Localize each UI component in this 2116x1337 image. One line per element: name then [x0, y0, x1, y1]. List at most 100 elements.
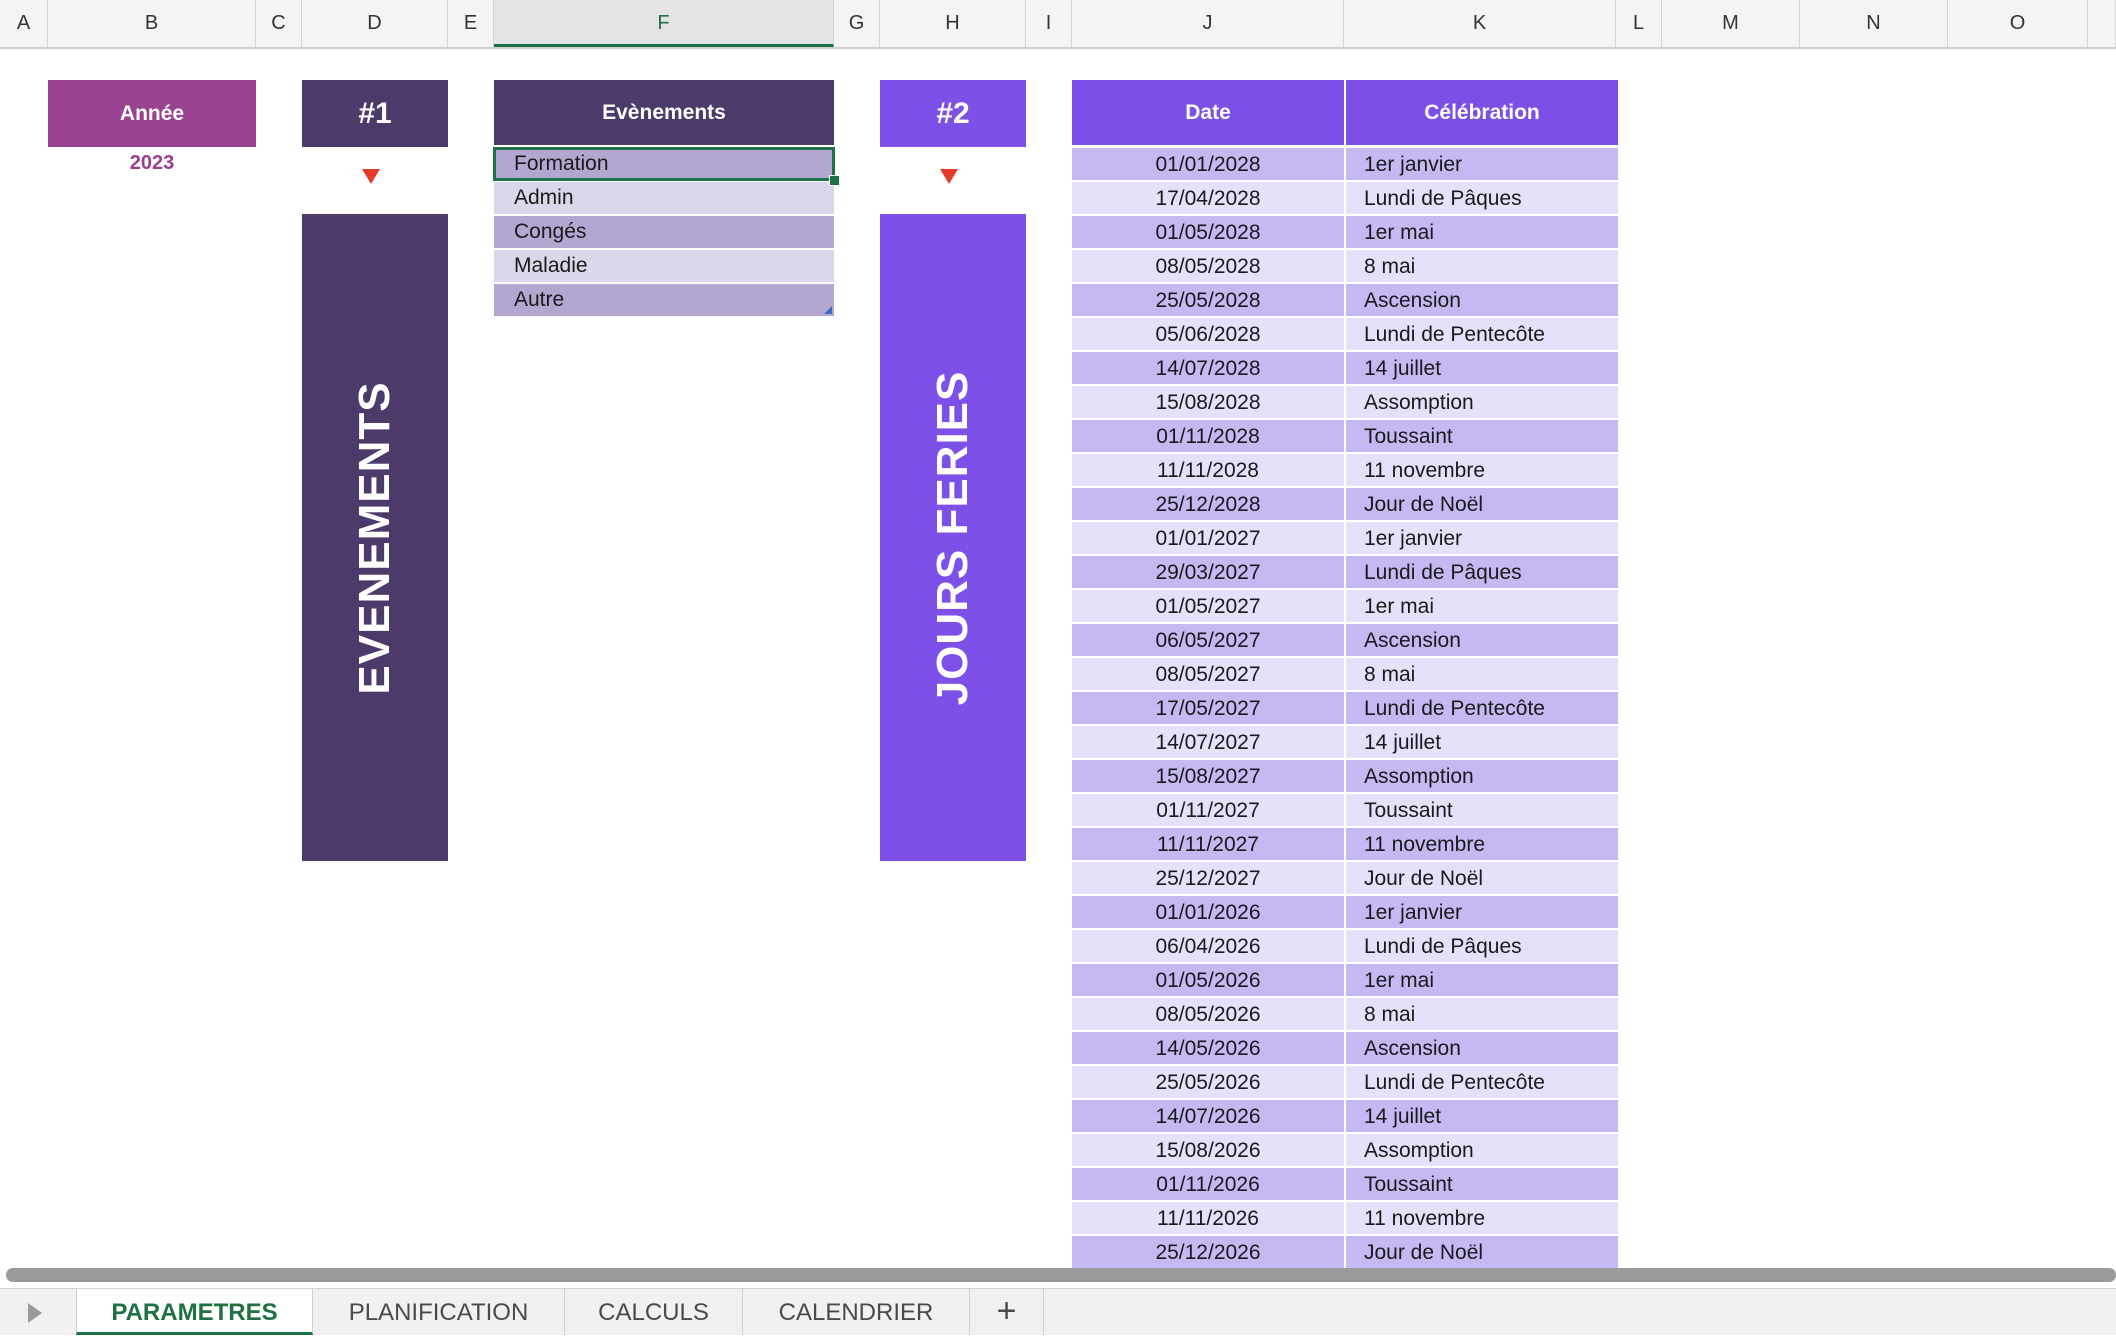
sheet-tab-calendrier[interactable]: CALENDRIER: [743, 1289, 970, 1335]
date-cell[interactable]: 15/08/2026: [1072, 1134, 1344, 1166]
evenement-item[interactable]: Autre: [494, 284, 834, 316]
evenement-item[interactable]: Admin: [494, 182, 834, 214]
date-cell[interactable]: 25/12/2027: [1072, 862, 1344, 894]
celebration-cell[interactable]: 8 mai: [1346, 658, 1618, 690]
section2-dropdown-arrow-icon[interactable]: [940, 169, 958, 184]
celebration-cell[interactable]: Jour de Noël: [1346, 1236, 1618, 1268]
date-cell[interactable]: 06/04/2026: [1072, 930, 1344, 962]
annee-header[interactable]: Année: [48, 80, 256, 147]
celebration-cell[interactable]: Lundi de Pentecôte: [1346, 318, 1618, 350]
celebration-cell[interactable]: 1er mai: [1346, 964, 1618, 996]
date-cell[interactable]: 25/05/2028: [1072, 284, 1344, 316]
celebration-cell[interactable]: Assomption: [1346, 386, 1618, 418]
section1-number[interactable]: #1: [302, 80, 448, 147]
column-header-h[interactable]: H: [880, 0, 1026, 47]
date-cell[interactable]: 01/11/2028: [1072, 420, 1344, 452]
date-cell[interactable]: 29/03/2027: [1072, 556, 1344, 588]
celebration-cell[interactable]: Ascension: [1346, 1032, 1618, 1064]
celebration-cell[interactable]: Jour de Noël: [1346, 488, 1618, 520]
date-cell[interactable]: 06/05/2027: [1072, 624, 1344, 656]
date-cell[interactable]: 08/05/2028: [1072, 250, 1344, 282]
date-cell[interactable]: 01/01/2026: [1072, 896, 1344, 928]
celebration-cell[interactable]: Lundi de Pentecôte: [1346, 1066, 1618, 1098]
celebration-cell[interactable]: 14 juillet: [1346, 726, 1618, 758]
celebration-cell[interactable]: 1er mai: [1346, 590, 1618, 622]
column-header-g[interactable]: G: [834, 0, 880, 47]
date-cell[interactable]: 01/01/2028: [1072, 148, 1344, 180]
date-cell[interactable]: 14/07/2028: [1072, 352, 1344, 384]
date-cell[interactable]: 11/11/2027: [1072, 828, 1344, 860]
celebration-cell[interactable]: Toussaint: [1346, 794, 1618, 826]
date-cell[interactable]: 14/07/2027: [1072, 726, 1344, 758]
date-cell[interactable]: 01/11/2027: [1072, 794, 1344, 826]
date-cell[interactable]: 01/05/2028: [1072, 216, 1344, 248]
celebration-cell[interactable]: Toussaint: [1346, 420, 1618, 452]
column-header-n[interactable]: N: [1800, 0, 1948, 47]
sheet-nav-arrow-icon[interactable]: [28, 1303, 42, 1323]
date-cell[interactable]: 25/12/2026: [1072, 1236, 1344, 1268]
section1-dropdown-arrow-icon[interactable]: [362, 169, 380, 184]
celebration-cell[interactable]: Toussaint: [1346, 1168, 1618, 1200]
celebration-cell[interactable]: 1er janvier: [1346, 148, 1618, 180]
celebration-cell[interactable]: Lundi de Pâques: [1346, 556, 1618, 588]
evenement-item[interactable]: Congés: [494, 216, 834, 248]
celebration-cell[interactable]: 1er janvier: [1346, 522, 1618, 554]
celebration-cell[interactable]: Assomption: [1346, 760, 1618, 792]
celebration-column-header[interactable]: Célébration: [1346, 80, 1618, 145]
annee-value[interactable]: 2023: [48, 152, 256, 175]
column-header-b[interactable]: B: [48, 0, 256, 47]
celebration-cell[interactable]: Lundi de Pâques: [1346, 182, 1618, 214]
date-cell[interactable]: 11/11/2028: [1072, 454, 1344, 486]
add-sheet-button[interactable]: +: [970, 1289, 1044, 1335]
date-cell[interactable]: 11/11/2026: [1072, 1202, 1344, 1234]
column-header-i[interactable]: I: [1026, 0, 1072, 47]
date-cell[interactable]: 14/05/2026: [1072, 1032, 1344, 1064]
evenement-item[interactable]: Formation: [493, 147, 835, 181]
evenements-header[interactable]: Evènements: [494, 80, 834, 145]
celebration-cell[interactable]: 1er mai: [1346, 216, 1618, 248]
celebration-cell[interactable]: 8 mai: [1346, 998, 1618, 1030]
date-cell[interactable]: 08/05/2026: [1072, 998, 1344, 1030]
celebration-cell[interactable]: 14 juillet: [1346, 1100, 1618, 1132]
celebration-cell[interactable]: 8 mai: [1346, 250, 1618, 282]
date-cell[interactable]: 01/05/2027: [1072, 590, 1344, 622]
worksheet-grid[interactable]: Année 2023 #1 EVENEMENTS Evènements #2 J…: [0, 49, 2116, 1269]
celebration-cell[interactable]: Lundi de Pentecôte: [1346, 692, 1618, 724]
column-header-a[interactable]: A: [0, 0, 48, 47]
column-header-c[interactable]: C: [256, 0, 302, 47]
date-cell[interactable]: 25/05/2026: [1072, 1066, 1344, 1098]
celebration-cell[interactable]: 11 novembre: [1346, 454, 1618, 486]
celebration-cell[interactable]: 11 novembre: [1346, 1202, 1618, 1234]
celebration-cell[interactable]: 1er janvier: [1346, 896, 1618, 928]
column-header-j[interactable]: J: [1072, 0, 1344, 47]
celebration-cell[interactable]: Lundi de Pâques: [1346, 930, 1618, 962]
celebration-cell[interactable]: 14 juillet: [1346, 352, 1618, 384]
date-cell[interactable]: 17/05/2027: [1072, 692, 1344, 724]
column-header-m[interactable]: M: [1662, 0, 1800, 47]
celebration-cell[interactable]: 11 novembre: [1346, 828, 1618, 860]
date-cell[interactable]: 01/05/2026: [1072, 964, 1344, 996]
sheet-tab-parametres[interactable]: PARAMETRES: [76, 1289, 313, 1335]
date-cell[interactable]: 15/08/2027: [1072, 760, 1344, 792]
date-cell[interactable]: 14/07/2026: [1072, 1100, 1344, 1132]
celebration-cell[interactable]: Ascension: [1346, 624, 1618, 656]
date-cell[interactable]: 15/08/2028: [1072, 386, 1344, 418]
date-cell[interactable]: 01/11/2026: [1072, 1168, 1344, 1200]
date-cell[interactable]: 01/01/2027: [1072, 522, 1344, 554]
evenement-item[interactable]: Maladie: [494, 250, 834, 282]
date-cell[interactable]: 17/04/2028: [1072, 182, 1344, 214]
section2-number[interactable]: #2: [880, 80, 1026, 147]
table-resize-handle-icon[interactable]: [824, 306, 832, 314]
sheet-tab-planification[interactable]: PLANIFICATION: [313, 1289, 565, 1335]
column-header-e[interactable]: E: [448, 0, 494, 47]
column-header-o[interactable]: O: [1948, 0, 2088, 47]
celebration-cell[interactable]: Ascension: [1346, 284, 1618, 316]
column-header-l[interactable]: L: [1616, 0, 1662, 47]
column-header-k[interactable]: K: [1344, 0, 1616, 47]
date-column-header[interactable]: Date: [1072, 80, 1344, 145]
column-header-d[interactable]: D: [302, 0, 448, 47]
date-cell[interactable]: 25/12/2028: [1072, 488, 1344, 520]
horizontal-scrollbar[interactable]: [6, 1268, 2116, 1282]
date-cell[interactable]: 08/05/2027: [1072, 658, 1344, 690]
celebration-cell[interactable]: Jour de Noël: [1346, 862, 1618, 894]
